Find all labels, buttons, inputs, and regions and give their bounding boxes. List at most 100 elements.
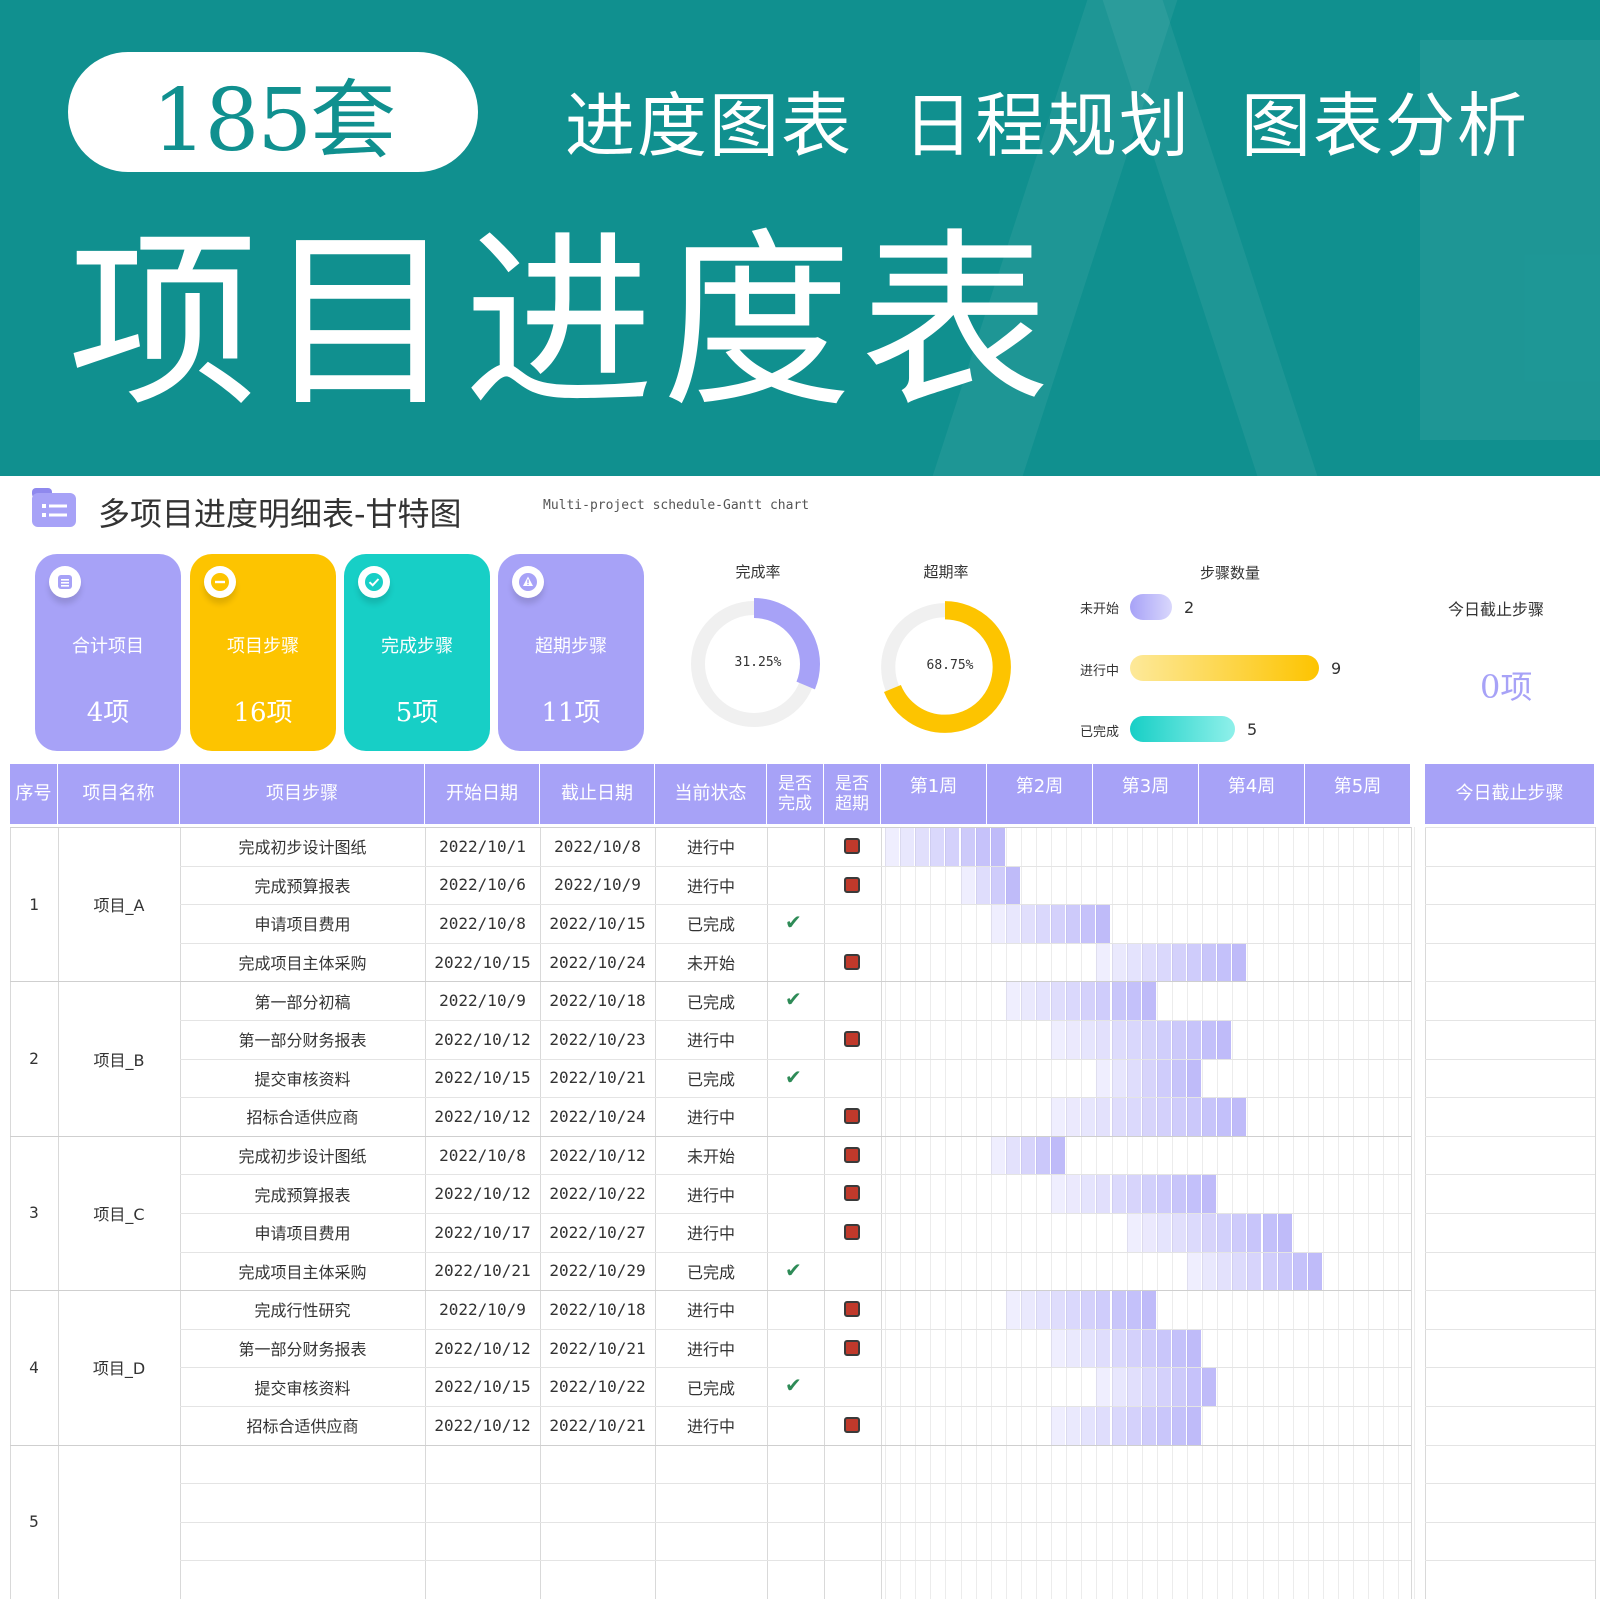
gantt-day-cell bbox=[1051, 1021, 1066, 1059]
gantt-day-cell bbox=[1187, 1407, 1202, 1445]
row-divider bbox=[1425, 1521, 1595, 1523]
gantt-day-cell bbox=[1126, 1407, 1141, 1445]
status-cell: 已完成 bbox=[686, 1262, 735, 1282]
kpi-label: 合计项目 bbox=[72, 636, 144, 657]
gantt-day-cell bbox=[990, 828, 1005, 866]
gantt-day-cell bbox=[1156, 1407, 1171, 1445]
kpi-card-total-projects: 合计项目 4项 bbox=[35, 554, 181, 751]
status-cell: 进行中 bbox=[686, 1301, 735, 1321]
gantt-day-cell bbox=[1096, 1098, 1111, 1136]
status-cell: 进行中 bbox=[686, 1224, 735, 1244]
end-date-cell: 2022/10/29 bbox=[549, 1261, 646, 1281]
gantt-day-cell bbox=[1171, 1214, 1186, 1252]
gantt-day-cell bbox=[1232, 1252, 1247, 1291]
week-header: 第1周 bbox=[881, 764, 987, 824]
header-status: 当前状态 bbox=[655, 764, 767, 824]
gantt-day-cell bbox=[1232, 1214, 1247, 1252]
completion-rate-value: 31.25% bbox=[734, 655, 782, 670]
gantt-day-cell bbox=[1187, 1175, 1202, 1213]
gantt-day-cell bbox=[960, 828, 975, 866]
gantt-day-cell bbox=[1217, 943, 1232, 982]
gantt-day-cell bbox=[1277, 1214, 1292, 1252]
kpi-card-project-steps: 项目步骤 16项 bbox=[190, 554, 336, 751]
gantt-day-cell bbox=[1141, 1329, 1156, 1368]
gantt-day-cell bbox=[1036, 982, 1051, 1020]
gantt-day-cell bbox=[1232, 943, 1247, 982]
step-count-not-started: 2 bbox=[1184, 598, 1195, 617]
row-divider bbox=[1425, 827, 1595, 828]
row-divider bbox=[1425, 1213, 1595, 1214]
gantt-day-cell bbox=[1156, 1021, 1171, 1059]
gantt-day-cell bbox=[1141, 943, 1156, 982]
end-date-cell: 2022/10/21 bbox=[549, 1415, 646, 1435]
seq-cell: 5 bbox=[29, 1512, 39, 1532]
gantt-day-cell bbox=[1217, 1021, 1232, 1059]
gantt-day-cell bbox=[1171, 1059, 1186, 1098]
check-icon: ✔ bbox=[785, 1064, 802, 1089]
gantt-day-cell bbox=[1081, 1098, 1096, 1136]
gantt-day-cell bbox=[1171, 943, 1186, 982]
gantt-day-cell bbox=[1247, 1252, 1262, 1291]
gantt-day-cell bbox=[1051, 1136, 1066, 1175]
end-date-cell: 2022/10/23 bbox=[549, 1029, 646, 1049]
row-divider bbox=[1425, 904, 1595, 906]
gantt-day-cell bbox=[1171, 1329, 1186, 1368]
gantt-day-cell bbox=[1171, 1368, 1186, 1406]
step-cell: 完成预算报表 bbox=[254, 876, 351, 896]
row-divider bbox=[1425, 1444, 1595, 1446]
gantt-day-cell bbox=[1171, 1098, 1186, 1136]
status-cell bbox=[655, 1522, 767, 1561]
start-date-cell: 2022/10/9 bbox=[439, 991, 526, 1011]
gantt-day-cell bbox=[1187, 943, 1202, 982]
end-date-cell bbox=[540, 1560, 655, 1599]
gantt-day-cell bbox=[1036, 1136, 1051, 1175]
gantt-day-cell bbox=[1156, 1368, 1171, 1406]
header-project-name: 项目名称 bbox=[58, 764, 180, 824]
gantt-day-cell bbox=[1066, 1175, 1081, 1213]
overdue-marker-icon bbox=[844, 1185, 860, 1202]
project-name-cell bbox=[58, 1445, 180, 1599]
gantt-day-cell bbox=[1111, 943, 1126, 982]
end-date-cell: 2022/10/18 bbox=[549, 1299, 646, 1319]
step-bar-completed bbox=[1130, 716, 1235, 742]
overdue-marker-icon bbox=[844, 1031, 860, 1047]
start-date-cell bbox=[425, 1522, 540, 1561]
end-date-cell: 2022/10/21 bbox=[549, 1068, 646, 1088]
row-divider bbox=[1425, 1174, 1595, 1176]
start-date-cell bbox=[425, 1445, 540, 1484]
today-due-value: 0项 bbox=[1480, 668, 1533, 706]
gantt-day-cell bbox=[1081, 1175, 1096, 1213]
header-is-done: 是否完成 bbox=[767, 764, 824, 824]
step-count-in-progress: 9 bbox=[1331, 659, 1342, 678]
gantt-day-cell bbox=[1096, 1059, 1111, 1098]
status-cell: 未开始 bbox=[686, 954, 735, 974]
check-icon: ✔ bbox=[785, 1373, 802, 1398]
end-date-cell: 2022/10/27 bbox=[549, 1222, 646, 1242]
row-divider bbox=[1425, 1406, 1595, 1407]
end-date-cell bbox=[540, 1483, 655, 1522]
gantt-day-cell bbox=[1111, 1329, 1126, 1368]
status-cell: 进行中 bbox=[686, 1031, 735, 1051]
week-header: 第4周 bbox=[1199, 764, 1305, 824]
gantt-day-cell bbox=[1156, 1329, 1171, 1368]
gantt-day-cell bbox=[975, 866, 990, 905]
gantt-day-cell bbox=[1111, 1059, 1126, 1098]
week-header: 第2周 bbox=[987, 764, 1093, 824]
gantt-day-cell bbox=[1262, 1252, 1277, 1291]
gantt-day-cell bbox=[1156, 943, 1171, 982]
kpi-card-overdue-steps: 超期步骤 11项 bbox=[498, 554, 644, 751]
overdue-rate-label: 超期率 bbox=[923, 563, 969, 581]
gantt-day-cell bbox=[1217, 1214, 1232, 1252]
gantt-day-cell bbox=[1036, 1291, 1051, 1329]
status-cell bbox=[655, 1483, 767, 1522]
project-name-cell: 项目_B bbox=[93, 1050, 145, 1070]
header-seq: 序号 bbox=[10, 764, 58, 824]
gantt-day-cell bbox=[1111, 1021, 1126, 1059]
gantt-day-cell bbox=[1096, 982, 1111, 1020]
gantt-day-cell bbox=[900, 828, 915, 866]
gantt-day-cell bbox=[1217, 1098, 1232, 1136]
header-step: 项目步骤 bbox=[180, 764, 425, 824]
gantt-day-cell bbox=[1141, 1368, 1156, 1406]
status-cell: 进行中 bbox=[686, 876, 735, 896]
gantt-day-cell bbox=[1020, 905, 1035, 943]
